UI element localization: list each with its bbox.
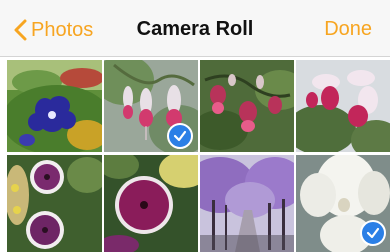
navigation-bar: Photos Camera Roll Done: [0, 0, 390, 57]
photo-image: [200, 60, 294, 152]
photo-thumbnail[interactable]: [200, 60, 294, 152]
photo-image: [296, 60, 390, 152]
photo-thumbnail[interactable]: [104, 60, 198, 152]
chevron-left-icon: [14, 19, 27, 41]
photo-image: [200, 155, 294, 252]
photo-image: [7, 155, 102, 252]
photo-thumbnail[interactable]: [200, 155, 294, 252]
photo-thumbnail[interactable]: [104, 155, 198, 252]
photo-grid: [0, 57, 390, 252]
selected-check-icon: [167, 123, 193, 149]
photo-image: [7, 60, 102, 152]
done-button[interactable]: Done: [324, 18, 372, 41]
photo-thumbnail[interactable]: [296, 60, 390, 152]
photo-thumbnail[interactable]: [296, 155, 390, 252]
back-button[interactable]: Photos: [14, 16, 93, 44]
back-button-label: Photos: [31, 18, 94, 41]
photo-thumbnail[interactable]: [7, 60, 102, 152]
photo-image: [104, 155, 198, 252]
selected-check-icon: [360, 220, 386, 246]
photo-thumbnail[interactable]: [7, 155, 102, 252]
